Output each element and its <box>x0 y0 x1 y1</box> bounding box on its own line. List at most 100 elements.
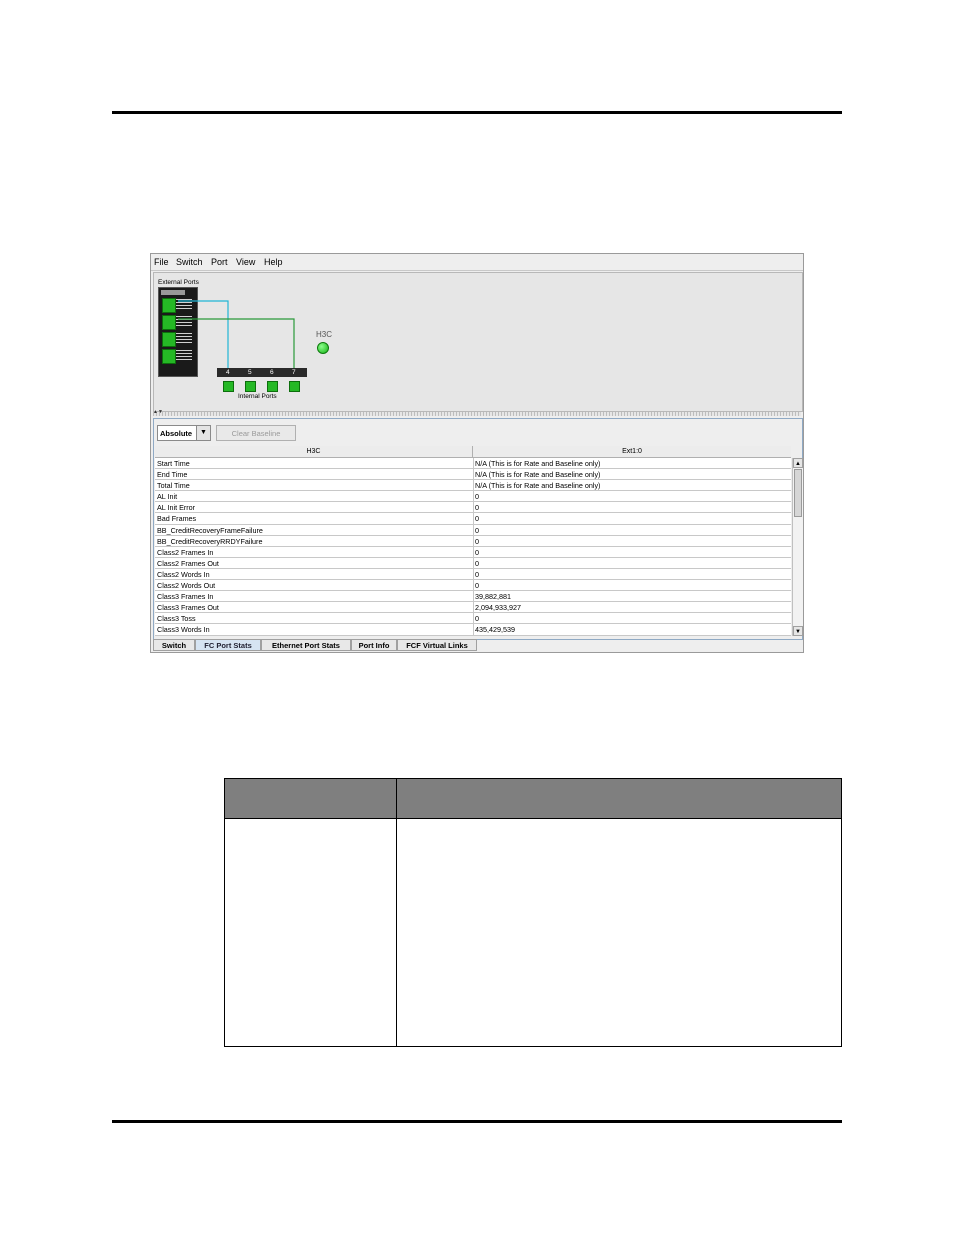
table-body: Start Time N/A (This is for Rate and Base… <box>155 458 791 636</box>
table-row[interactable]: Total Time N/A (This is for Rate and Base… <box>155 480 791 492</box>
menu-help[interactable]: Help <box>264 257 283 267</box>
row-stat-value: 0 <box>475 569 479 579</box>
row-stat-name: Bad Frames <box>157 514 197 524</box>
table-row[interactable]: Start Time N/A (This is for Rate and Base… <box>155 458 791 470</box>
table-row[interactable]: Class2 Frames Out 0 <box>155 557 791 569</box>
row-stat-name: Class2 Frames In <box>157 547 214 557</box>
row-stat-value: 0 <box>475 614 479 624</box>
row-stat-value: 435,429,539 <box>475 625 515 635</box>
splitter-arrows-icon[interactable]: ▲▼ <box>153 409 163 415</box>
row-stat-value: 0 <box>475 525 479 535</box>
column-separator <box>473 580 474 592</box>
menu-port[interactable]: Port <box>211 257 228 267</box>
bar-label-5: 5 <box>248 369 252 376</box>
column-separator <box>473 480 474 492</box>
table-row[interactable]: BB_CreditRecoveryRRDYFailure 0 <box>155 535 791 547</box>
topology-panel: External Ports 4 5 6 7 Internal Ports H3… <box>153 272 803 412</box>
row-stat-name: Class3 Frames Out <box>157 603 219 613</box>
chevron-down-icon[interactable]: ▼ <box>196 426 210 440</box>
tab-switch[interactable]: Switch <box>153 639 195 651</box>
column-separator <box>473 469 474 481</box>
tab-fcf-virtual-links[interactable]: FCF Virtual Links <box>397 639 477 651</box>
row-stat-name: BB_CreditRecoveryFrameFailure <box>157 525 263 535</box>
row-stat-name: End Time <box>157 470 188 480</box>
bar-label-4: 4 <box>226 369 230 376</box>
document-table <box>224 778 842 1047</box>
internal-ports-label: Internal Ports <box>238 393 277 400</box>
table-row[interactable]: Class3 Toss 0 <box>155 613 791 625</box>
row-stat-value: 0 <box>475 536 479 546</box>
table-row[interactable]: Class3 Words In 435,429,539 <box>155 624 791 636</box>
scroll-up-icon[interactable]: ▲ <box>793 458 803 468</box>
clear-baseline-button[interactable]: Clear Baseline <box>216 425 296 441</box>
switch-status-icon[interactable] <box>317 342 329 354</box>
column-separator <box>473 502 474 514</box>
row-stat-name: Class3 Toss <box>157 614 196 624</box>
mode-dropdown-value: Absolute <box>160 429 193 438</box>
table-row[interactable]: Class3 Frames In 39,882,881 <box>155 591 791 603</box>
table-header: H3C Ext1:0 <box>155 446 791 458</box>
internal-port-5[interactable] <box>245 381 256 392</box>
vertical-scrollbar[interactable]: ▲ ▼ <box>792 458 803 636</box>
column-separator <box>473 602 474 614</box>
column-separator <box>473 535 474 547</box>
column-separator <box>473 491 474 503</box>
scroll-thumb[interactable] <box>794 469 802 517</box>
table-row[interactable]: Class3 Frames Out 2,094,933,927 <box>155 602 791 614</box>
header-rule <box>112 111 842 114</box>
document-table-divider <box>396 779 397 1046</box>
column-separator <box>473 546 474 558</box>
row-stat-name: AL Init <box>157 492 178 502</box>
menu-bar: File Switch Port View Help <box>151 254 803 271</box>
table-row[interactable]: AL Init 0 <box>155 491 791 503</box>
table-row[interactable]: Bad Frames 0 <box>155 513 791 525</box>
column-separator <box>473 613 474 625</box>
stats-panel: Absolute ▼ Clear Baseline H3C Ext1:0 Sta… <box>153 418 803 640</box>
column-separator <box>473 624 474 636</box>
column-separator <box>473 524 474 536</box>
menu-file[interactable]: File <box>154 257 169 267</box>
bar-label-6: 6 <box>270 369 274 376</box>
bar-label-7: 7 <box>292 369 296 376</box>
tab-fc-port-stats[interactable]: FC Port Stats <box>195 639 261 651</box>
mode-dropdown[interactable]: Absolute ▼ <box>157 425 211 441</box>
row-stat-name: Class2 Frames Out <box>157 558 219 568</box>
switch-name-label: H3C <box>316 330 333 339</box>
table-row[interactable]: Class2 Words In 0 <box>155 568 791 581</box>
column-separator <box>473 591 474 603</box>
table-row[interactable]: Class2 Frames In 0 <box>155 546 791 558</box>
column-separator <box>473 568 474 580</box>
row-stat-name: Class3 Frames In <box>157 592 214 602</box>
row-stat-value: 0 <box>475 503 479 513</box>
table-row[interactable]: BB_CreditRecoveryFrameFailure 0 <box>155 524 791 536</box>
document-table-header <box>225 779 841 819</box>
column-header-h3c[interactable]: H3C <box>155 446 473 457</box>
panel-splitter[interactable]: ▲▼ <box>153 409 801 416</box>
menu-switch[interactable]: Switch <box>176 257 203 267</box>
tab-port-info[interactable]: Port Info <box>351 639 397 651</box>
internal-port-6[interactable] <box>267 381 278 392</box>
menu-view[interactable]: View <box>236 257 255 267</box>
row-stat-name: BB_CreditRecoveryRRDYFailure <box>157 536 263 546</box>
row-stat-name: Class2 Words In <box>157 569 210 579</box>
footer-rule <box>112 1120 842 1123</box>
table-row[interactable]: Class2 Words Out 0 <box>155 580 791 592</box>
row-stat-name: Class2 Words Out <box>157 581 216 591</box>
column-header-port[interactable]: Ext1:0 <box>473 446 791 457</box>
row-stat-value: 2,094,933,927 <box>475 603 521 613</box>
tab-ethernet-port-stats[interactable]: Ethernet Port Stats <box>261 639 351 651</box>
row-stat-name: Class3 Words In <box>157 625 210 635</box>
internal-ports-bar: 4 5 6 7 <box>217 368 307 377</box>
table-row[interactable]: End Time N/A (This is for Rate and Baseli… <box>155 469 791 481</box>
column-separator <box>473 458 474 469</box>
scroll-down-icon[interactable]: ▼ <box>793 626 803 636</box>
row-stat-value: 0 <box>475 492 479 502</box>
table-row[interactable]: AL Init Error 0 <box>155 502 791 514</box>
row-stat-value: N/A (This is for Rate and Baseline only) <box>475 459 601 468</box>
row-stat-value: 0 <box>475 547 479 557</box>
row-stat-value: 0 <box>475 581 479 591</box>
row-stat-name: AL Init Error <box>157 503 196 513</box>
internal-port-7[interactable] <box>289 381 300 392</box>
row-stat-name: Total Time <box>157 481 190 491</box>
internal-port-4[interactable] <box>223 381 234 392</box>
